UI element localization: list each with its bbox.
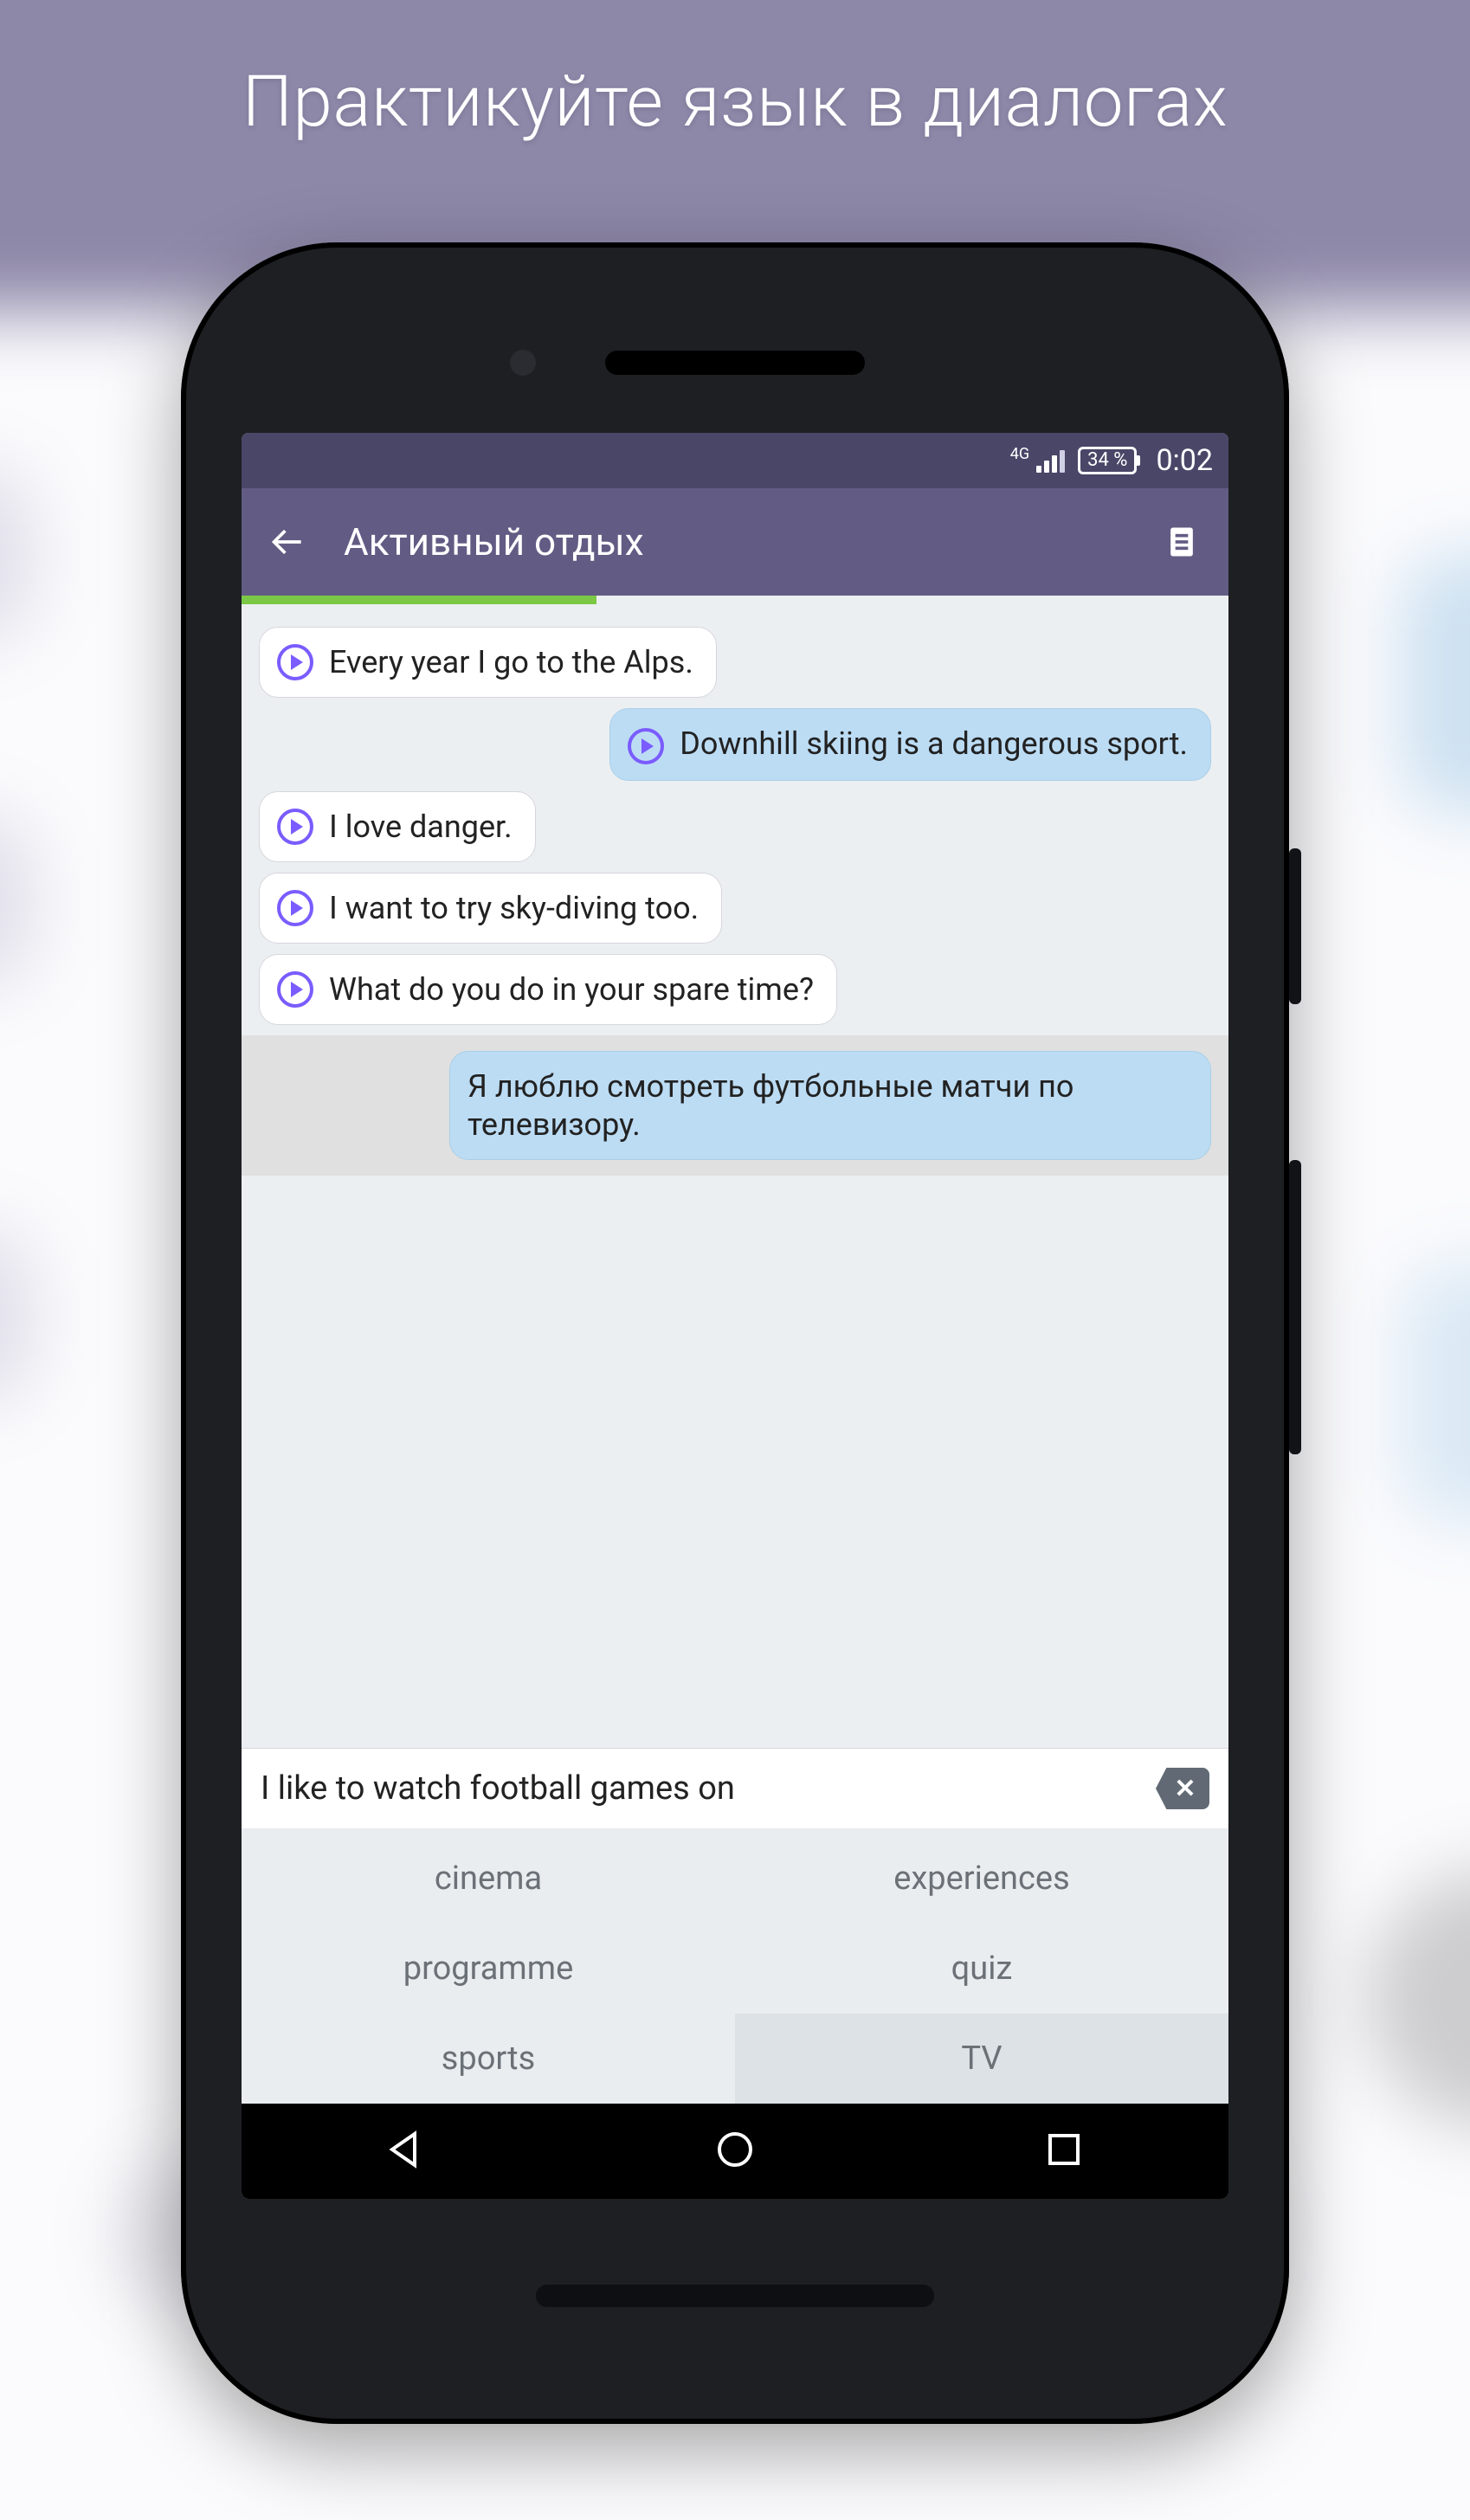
nav-home-button[interactable]: [712, 2127, 758, 2175]
power-button-hardware: [1289, 848, 1301, 1004]
backspace-button[interactable]: ✕: [1156, 1768, 1209, 1809]
screen: 4G 34 % 0:02 Активный отдых: [242, 433, 1228, 2199]
back-button[interactable]: [262, 516, 314, 568]
message-bubble[interactable]: Downhill skiing is a dangerous sport.: [609, 708, 1211, 781]
word-option[interactable]: programme: [242, 1924, 735, 2014]
progress-fill: [242, 596, 596, 604]
message-row: I want to try sky-diving too.: [259, 873, 1211, 944]
circle-home-icon: [712, 2127, 758, 2172]
nav-recent-button[interactable]: [1041, 2127, 1086, 2175]
message-bubble[interactable]: I want to try sky-diving too.: [259, 873, 722, 944]
play-audio-icon[interactable]: [277, 971, 313, 1008]
play-audio-icon[interactable]: [277, 809, 313, 845]
message-row: Every year I go to the Alps.: [259, 627, 1211, 698]
word-option[interactable]: cinema: [242, 1834, 735, 1924]
battery-icon: 34 %: [1078, 447, 1137, 474]
notes-button[interactable]: [1156, 516, 1208, 568]
app-bar-title: Активный отдых: [344, 519, 1126, 564]
phone-frame: 4G 34 % 0:02 Активный отдых: [181, 242, 1289, 2424]
message-text: What do you do in your spare time?: [329, 970, 814, 1009]
message-bubble[interactable]: Every year I go to the Alps.: [259, 627, 717, 698]
signal-icon: [1036, 448, 1066, 473]
message-row: What do you do in your spare time?: [259, 954, 1211, 1025]
document-icon: [1163, 523, 1201, 561]
message-row: I love danger.: [259, 791, 1211, 862]
answer-prompt-text: Я люблю смотреть футбольные матчи по тел…: [467, 1067, 1188, 1144]
nav-back-button[interactable]: [384, 2127, 429, 2175]
square-recent-icon: [1041, 2127, 1086, 2172]
close-icon: ✕: [1174, 1774, 1196, 1804]
message-text: I want to try sky-diving too.: [329, 889, 699, 927]
message-bubble[interactable]: I love danger.: [259, 791, 536, 862]
status-bar: 4G 34 % 0:02: [242, 433, 1228, 488]
word-option-selected[interactable]: TV: [735, 2014, 1228, 2104]
message-text: Every year I go to the Alps.: [329, 643, 693, 681]
speaker-slot: [536, 2285, 934, 2307]
message-text: Downhill skiing is a dangerous sport.: [680, 725, 1188, 763]
front-camera: [510, 350, 536, 376]
chat-area: Every year I go to the Alps. Downhill sk…: [242, 604, 1228, 1748]
arrow-left-icon: [269, 523, 307, 561]
typed-text: I like to watch football games on: [261, 1769, 1156, 1808]
network-label: 4G: [1010, 445, 1029, 463]
triangle-back-icon: [384, 2127, 429, 2172]
page-title: Практикуйте язык в диалогах: [0, 61, 1470, 144]
word-option[interactable]: sports: [242, 2014, 735, 2104]
android-nav-bar: [242, 2104, 1228, 2199]
play-audio-icon[interactable]: [277, 890, 313, 926]
message-bubble[interactable]: What do you do in your spare time?: [259, 954, 837, 1025]
play-audio-icon[interactable]: [628, 728, 664, 764]
word-bank: cinema experiences programme quiz sports…: [242, 1828, 1228, 2104]
typed-sentence-bar: I like to watch football games on ✕: [242, 1748, 1228, 1828]
answer-band: Я люблю смотреть футбольные матчи по тел…: [242, 1035, 1228, 1176]
volume-rocker-hardware: [1289, 1160, 1301, 1454]
message-text: I love danger.: [329, 808, 513, 846]
play-audio-icon[interactable]: [277, 644, 313, 680]
app-bar: Активный отдых: [242, 488, 1228, 596]
word-option[interactable]: experiences: [735, 1834, 1228, 1924]
status-time: 0:02: [1156, 443, 1213, 478]
progress-track: [242, 596, 1228, 604]
message-row: Downhill skiing is a dangerous sport.: [259, 708, 1211, 781]
word-option[interactable]: quiz: [735, 1924, 1228, 2014]
earpiece: [605, 351, 865, 375]
answer-prompt-bubble: Я люблю смотреть футбольные матчи по тел…: [449, 1051, 1211, 1160]
